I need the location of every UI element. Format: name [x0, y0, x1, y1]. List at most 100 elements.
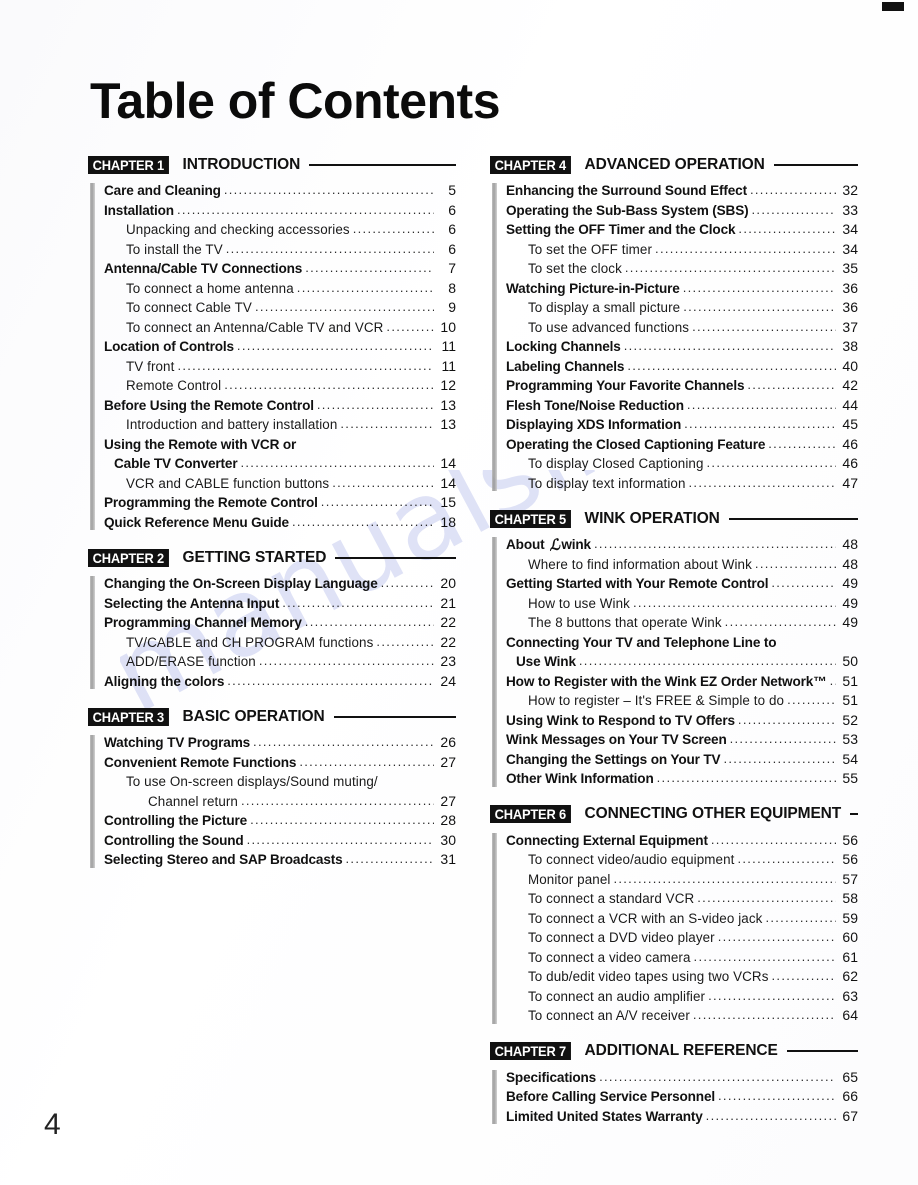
toc-entry[interactable]: Changing the Settings on Your TV........… — [506, 750, 858, 770]
toc-entry[interactable]: Flesh Tone/Noise Reduction..............… — [506, 396, 858, 416]
toc-entry[interactable]: Limited United States Warranty..........… — [506, 1107, 858, 1127]
toc-entry[interactable]: Using the Remote with VCR or............… — [104, 435, 456, 455]
toc-entry[interactable]: Introduction and battery installation...… — [104, 415, 456, 435]
toc-entry[interactable]: Selecting the Antenna Input.............… — [104, 594, 456, 614]
toc-entry[interactable]: Programming the Remote Control..........… — [104, 493, 456, 513]
toc-entry[interactable]: Labeling Channels.......................… — [506, 357, 858, 377]
toc-entry[interactable]: Other Wink Information..................… — [506, 769, 858, 789]
dot-leader: ........................................… — [305, 260, 434, 275]
toc-entry[interactable]: To display text information.............… — [506, 474, 858, 494]
toc-entry[interactable]: To connect a video camera...............… — [506, 948, 858, 968]
toc-entry[interactable]: How to use Wink.........................… — [506, 594, 858, 614]
toc-entry[interactable]: To dub/edit video tapes using two VCRs..… — [506, 967, 858, 987]
chapter-block: CHAPTER 3 BASIC OPERATION Watching TV Prog… — [88, 707, 456, 870]
toc-entry[interactable]: ADD/ERASE function......................… — [104, 652, 456, 672]
toc-entry-page: 55 — [842, 770, 858, 786]
toc-entry[interactable]: Using Wink to Respond to TV Offers......… — [506, 711, 858, 731]
toc-entry[interactable]: To install the TV.......................… — [104, 240, 456, 260]
toc-entry[interactable]: About ℒwink..............................… — [506, 535, 858, 554]
toc-entry[interactable]: Where to find information about Wink....… — [506, 555, 858, 575]
toc-entry[interactable]: Monitor panel...........................… — [506, 870, 858, 890]
toc-entry[interactable]: TV front................................… — [104, 357, 456, 377]
toc-entry-page: 6 — [448, 221, 456, 237]
toc-entry[interactable]: Controlling the Sound...................… — [104, 831, 456, 851]
toc-entry[interactable]: Care and Cleaning.......................… — [104, 181, 456, 201]
toc-entry[interactable]: Changing the On-Screen Display Language.… — [104, 574, 456, 594]
toc-entry[interactable]: To connect a home antenna...............… — [104, 279, 456, 299]
toc-entry[interactable]: Remote Control..........................… — [104, 376, 456, 396]
toc-entry[interactable]: To use advanced functions...............… — [506, 318, 858, 338]
dot-leader: ........................................… — [177, 357, 434, 373]
toc-entry-page: 24 — [440, 672, 456, 689]
toc-entry-page: 9 — [448, 299, 456, 315]
toc-entry[interactable]: To set the clock........................… — [506, 259, 858, 279]
toc-entry[interactable]: Getting Started with Your Remote Control… — [506, 574, 858, 594]
toc-entry[interactable]: To connect video/audio equipment........… — [506, 850, 858, 870]
chapter-header: CHAPTER 6 CONNECTING OTHER EQUIPMENT — [490, 805, 858, 824]
toc-entry[interactable]: To connect an Antenna/Cable TV and VCR..… — [104, 318, 456, 338]
dot-leader: ........................................… — [340, 416, 434, 431]
toc-entry-page: 49 — [842, 575, 858, 591]
toc-entry-label: Changing the On-Screen Display Language — [104, 576, 378, 591]
toc-entry[interactable]: Unpacking and checking accessories......… — [104, 220, 456, 240]
toc-entry[interactable]: The 8 buttons that operate Wink.........… — [506, 613, 858, 633]
toc-entry[interactable]: Convenient Remote Functions.............… — [104, 753, 456, 773]
dot-leader: ........................................… — [710, 831, 836, 847]
toc-entry[interactable]: How to Register with the Wink EZ Order N… — [506, 672, 858, 692]
toc-entry[interactable]: Installation............................… — [104, 201, 456, 221]
toc-entry[interactable]: Antenna/Cable TV Connections............… — [104, 259, 456, 279]
toc-entry[interactable]: Use Wink................................… — [506, 652, 858, 672]
toc-entry[interactable]: To display Closed Captioning............… — [506, 454, 858, 474]
toc-entry[interactable]: Before Using the Remote Control.........… — [104, 396, 456, 416]
toc-entry-page: 30 — [440, 831, 456, 848]
dot-leader: ........................................… — [299, 753, 434, 769]
toc-entry[interactable]: Selecting Stereo and SAP Broadcasts.....… — [104, 850, 456, 870]
toc-entry[interactable]: Programming Your Favorite Channels......… — [506, 376, 858, 396]
toc-entry[interactable]: TV/CABLE and CH PROGRAM functions.......… — [104, 633, 456, 653]
toc-entry[interactable]: Operating the Closed Captioning Feature.… — [506, 435, 858, 455]
toc-entry[interactable]: Controlling the Picture.................… — [104, 811, 456, 831]
toc-entry-page: 64 — [842, 1007, 858, 1023]
toc-entry[interactable]: Setting the OFF Timer and the Clock.....… — [506, 220, 858, 240]
toc-entry[interactable]: Enhancing the Surround Sound Effect.....… — [506, 181, 858, 201]
toc-entry[interactable]: Connecting Your TV and Telephone Line to… — [506, 633, 858, 653]
toc-entry[interactable]: Locking Channels........................… — [506, 337, 858, 357]
toc-column-left: CHAPTER 1 INTRODUCTION Care and Cleaning..… — [88, 155, 456, 886]
toc-entry[interactable]: Location of Controls....................… — [104, 337, 456, 357]
toc-entry[interactable]: Displaying XDS Information..............… — [506, 415, 858, 435]
toc-entry[interactable]: To connect an A/V receiver..............… — [506, 1006, 858, 1026]
toc-entry[interactable]: Specifications..........................… — [506, 1068, 858, 1088]
toc-entry[interactable]: Programming Channel Memory..............… — [104, 613, 456, 633]
toc-entry[interactable]: To connect a DVD video player...........… — [506, 928, 858, 948]
dot-leader: ........................................… — [250, 812, 434, 827]
toc-entry[interactable]: Cable TV Converter......................… — [104, 454, 456, 474]
toc-entry[interactable]: To display a small picture..............… — [506, 298, 858, 318]
toc-entry[interactable]: How to register – It's FREE & Simple to … — [506, 691, 858, 711]
toc-entry[interactable]: To use On-screen displays/Sound muting/.… — [104, 772, 456, 792]
dot-leader: ........................................… — [246, 831, 434, 847]
toc-entry[interactable]: Before Calling Service Personnel........… — [506, 1087, 858, 1107]
toc-entry[interactable]: Quick Reference Menu Guide..............… — [104, 513, 456, 533]
toc-entry-label: Controlling the Picture — [104, 813, 248, 828]
toc-entry[interactable]: To connect Cable TV.....................… — [104, 298, 456, 318]
toc-entry[interactable]: Aligning the colors.....................… — [104, 672, 456, 692]
toc-entry-label: To display text information — [528, 475, 686, 491]
toc-entry[interactable]: To set the OFF timer....................… — [506, 240, 858, 260]
toc-entry[interactable]: Watching TV Programs....................… — [104, 733, 456, 753]
dot-leader: ........................................… — [729, 731, 836, 746]
toc-entry[interactable]: Operating the Sub-Bass System (SBS).....… — [506, 201, 858, 221]
toc-entry-label: To set the OFF timer — [528, 241, 653, 257]
toc-entry-label: How to use Wink — [528, 595, 630, 611]
toc-entry[interactable]: Channel return..........................… — [104, 792, 456, 812]
toc-entry[interactable]: To connect an audio amplifier...........… — [506, 987, 858, 1007]
toc-entry[interactable]: To connect a VCR with an S-video jack...… — [506, 909, 858, 929]
chapter-block: CHAPTER 4 ADVANCED OPERATION Enhancing the… — [490, 155, 858, 493]
toc-entry[interactable]: Wink Messages on Your TV Screen.........… — [506, 730, 858, 750]
chapter-badge: CHAPTER 1 — [88, 155, 169, 174]
toc-entry[interactable]: Watching Picture-in-Picture.............… — [506, 279, 858, 299]
toc-entry-page: 21 — [440, 594, 456, 611]
toc-entry[interactable]: VCR and CABLE function buttons..........… — [104, 474, 456, 494]
toc-entry-page: 12 — [440, 377, 456, 393]
toc-entry[interactable]: Connecting External Equipment...........… — [506, 831, 858, 851]
toc-entry[interactable]: To connect a standard VCR...............… — [506, 889, 858, 909]
